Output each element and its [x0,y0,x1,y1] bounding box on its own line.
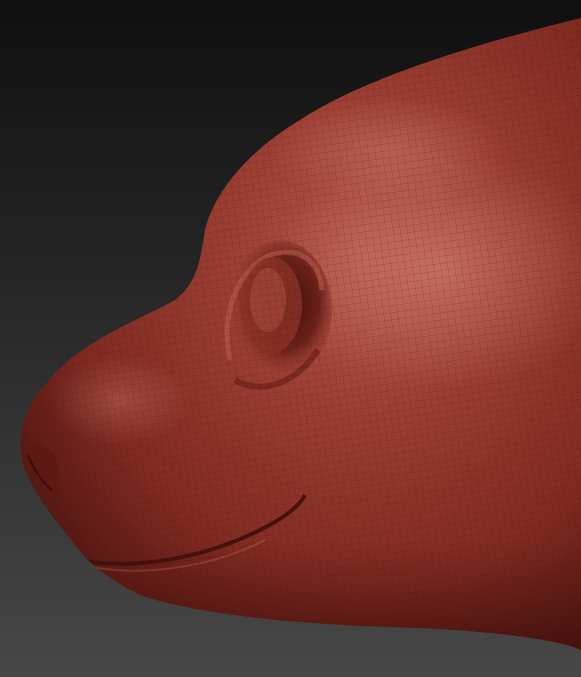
viewport-canvas[interactable] [0,0,581,677]
sculpt-viewport[interactable] [0,0,581,677]
